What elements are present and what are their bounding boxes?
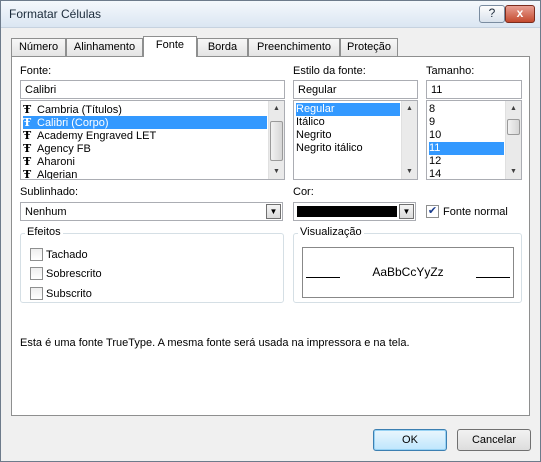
normal-font-label: Fonte normal <box>443 206 508 218</box>
underline-value: Nenhum <box>25 206 67 218</box>
subscript-checkbox[interactable] <box>30 287 43 300</box>
underline-select[interactable]: Nenhum ▼ <box>20 202 283 221</box>
preview-box: AaBbCcYyZz <box>302 247 514 298</box>
size-list-item[interactable]: 14 <box>429 168 504 179</box>
font-list-item[interactable]: Ŧ Aharoni <box>23 155 267 168</box>
tab-fonte[interactable]: Fonte <box>143 36 197 57</box>
style-list-item[interactable]: Itálico <box>296 116 400 129</box>
normal-font-checkbox[interactable]: ✔ <box>426 205 439 218</box>
truetype-icon: Ŧ <box>23 142 32 155</box>
size-list-item-selected[interactable]: 11 <box>429 142 504 155</box>
scroll-down-arrow-icon[interactable]: ▼ <box>269 164 284 179</box>
title-bar[interactable]: Formatar Células ? x <box>1 1 540 28</box>
font-size-label: Tamanho: <box>426 65 475 77</box>
font-style-label: Estilo da fonte: <box>293 65 366 77</box>
cancel-button[interactable]: Cancelar <box>457 429 531 451</box>
font-list[interactable]: Ŧ Cambria (Títulos) Ŧ Calibri (Corpo) Ŧ Aca… <box>20 100 285 180</box>
size-list-item[interactable]: 12 <box>429 155 504 168</box>
superscript-label: Sobrescrito <box>46 268 102 280</box>
preview-sample-text: AaBbCcYyZz <box>372 265 444 279</box>
scroll-thumb[interactable] <box>270 121 283 161</box>
font-list-item[interactable]: Ŧ Agency FB <box>23 142 267 155</box>
close-button[interactable]: x <box>505 5 535 23</box>
underline-label: Sublinhado: <box>20 186 79 198</box>
style-list-scrollbar[interactable]: ▲ ▼ <box>401 101 417 179</box>
scroll-down-arrow-icon[interactable]: ▼ <box>506 164 521 179</box>
truetype-icon: Ŧ <box>23 168 32 180</box>
scroll-down-arrow-icon[interactable]: ▼ <box>402 164 417 179</box>
font-info-text: Esta é uma fonte TrueType. A mesma fonte… <box>20 337 410 349</box>
preview-title: Visualização <box>298 226 364 238</box>
style-list-item-selected[interactable]: Regular <box>296 103 400 116</box>
tab-alinhamento[interactable]: Alinhamento <box>66 38 143 56</box>
size-list-item[interactable]: 10 <box>429 129 504 142</box>
scroll-up-arrow-icon[interactable]: ▲ <box>506 101 521 116</box>
chevron-down-icon[interactable]: ▼ <box>266 204 281 219</box>
font-list-item-selected[interactable]: Ŧ Calibri (Corpo) <box>23 116 267 129</box>
size-list-item[interactable]: 9 <box>429 116 504 129</box>
size-list-item[interactable]: 8 <box>429 103 504 116</box>
tab-protecao[interactable]: Proteção <box>340 38 398 56</box>
font-style-input[interactable]: Regular <box>293 80 418 99</box>
ok-button[interactable]: OK <box>373 429 447 451</box>
truetype-icon: Ŧ <box>23 129 32 142</box>
font-list-item[interactable]: Ŧ Academy Engraved LET <box>23 129 267 142</box>
effects-title: Efeitos <box>25 226 63 238</box>
size-list-scrollbar[interactable]: ▲ ▼ <box>505 101 521 179</box>
dialog-title: Formatar Células <box>9 7 102 21</box>
font-size-input[interactable]: 11 <box>426 80 522 99</box>
style-list-item[interactable]: Negrito <box>296 129 400 142</box>
scroll-up-arrow-icon[interactable]: ▲ <box>269 101 284 116</box>
tab-numero[interactable]: Número <box>11 38 66 56</box>
tab-borda[interactable]: Borda <box>197 38 248 56</box>
font-name-input[interactable]: Calibri <box>20 80 285 99</box>
superscript-checkbox[interactable] <box>30 267 43 280</box>
format-cells-dialog: Formatar Células ? x Número Alinhamento … <box>0 0 541 462</box>
color-swatch <box>297 206 397 217</box>
scroll-thumb[interactable] <box>507 119 520 135</box>
chevron-down-icon[interactable]: ▼ <box>399 204 414 219</box>
scroll-up-arrow-icon[interactable]: ▲ <box>402 101 417 116</box>
font-list-scrollbar[interactable]: ▲ ▼ <box>268 101 284 179</box>
strikethrough-checkbox[interactable] <box>30 248 43 261</box>
font-size-list[interactable]: 8 9 10 11 12 14 ▲ ▼ <box>426 100 522 180</box>
color-label: Cor: <box>293 186 314 198</box>
help-button[interactable]: ? <box>479 5 505 23</box>
font-list-item[interactable]: Ŧ Cambria (Títulos) <box>23 103 267 116</box>
truetype-icon: Ŧ <box>23 116 32 129</box>
font-list-item[interactable]: Ŧ Algerian <box>23 168 267 180</box>
tab-preenchimento[interactable]: Preenchimento <box>248 38 340 56</box>
font-style-list[interactable]: Regular Itálico Negrito Negrito itálico … <box>293 100 418 180</box>
truetype-icon: Ŧ <box>23 103 32 116</box>
strikethrough-label: Tachado <box>46 249 88 261</box>
font-label: Fonte: <box>20 65 52 77</box>
color-picker[interactable]: ▼ <box>293 202 416 221</box>
subscript-label: Subscrito <box>46 288 92 300</box>
style-list-item[interactable]: Negrito itálico <box>296 142 400 155</box>
truetype-icon: Ŧ <box>23 155 32 168</box>
